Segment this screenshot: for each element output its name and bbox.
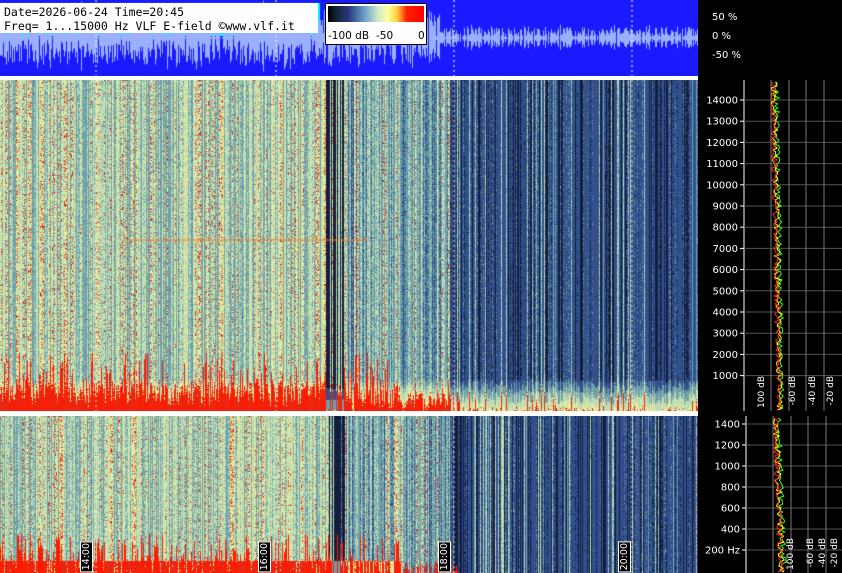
info-box: Date=2026-06-24 Time=20:45 Freq= 1...150… <box>0 3 318 33</box>
colorbar-label-mid: -50 <box>376 30 394 42</box>
waveform-panel: Date=2026-06-24 Time=20:45 Freq= 1...150… <box>0 0 698 76</box>
freq-tick-label: 8000 <box>713 223 738 234</box>
freq-tick-label: 1000 <box>713 371 738 382</box>
amplitude-label-50: 50 % <box>712 12 738 23</box>
freq-tick-label: 4000 <box>713 308 738 319</box>
db-label-bot-100: 100 dB <box>786 538 796 570</box>
amplitude-label-0: 0 % <box>712 31 732 42</box>
freq-tick-label: 6000 <box>713 265 738 276</box>
db-label-bot-20: -20 dB <box>830 538 840 568</box>
freq-tick-label: 10000 <box>706 180 738 191</box>
freq-tick-label: 14000 <box>706 96 738 107</box>
color-gradient <box>328 6 424 22</box>
time-label-2000: 20:00 <box>618 541 631 573</box>
spectrogram-high <box>0 80 698 411</box>
freq-tick-label: 9000 <box>713 202 738 213</box>
date-time-text: Date=2026-06-24 Time=20:45 <box>4 5 185 19</box>
colorbar-label-min: -100 dB <box>328 30 370 42</box>
db-label-top-100: 100 dB <box>757 376 767 408</box>
freq-tick-label: 1200 <box>715 441 740 452</box>
freq-tick-label: 800 <box>721 483 740 494</box>
db-label-bot-60: -60 dB <box>806 538 816 568</box>
db-label-top-20: -20 dB <box>826 376 836 406</box>
db-label-top-40: -40 dB <box>808 376 818 406</box>
time-label-1800: 18:00 <box>438 541 451 573</box>
freq-tick-label: 2000 <box>713 350 738 361</box>
spectrogram-low-canvas <box>0 416 698 573</box>
amplitude-label-neg50: -50 % <box>712 50 742 61</box>
side-spectrum-high: 14000 13000 12000 11000 10000 9000 8000 7000 600… <box>698 80 842 411</box>
frequency-text: Freq= 1...15000 Hz VLF E-field ©www.vlf.… <box>4 19 295 33</box>
db-label-top-60: -60 dB <box>788 376 798 406</box>
time-label-1400: 14:00 <box>80 541 93 573</box>
freq-tick-label: 5000 <box>713 286 738 297</box>
freq-tick-label: 200 Hz <box>705 546 740 557</box>
time-label-1600: 16:00 <box>258 541 271 573</box>
db-label-bot-40: -40 dB <box>818 538 828 568</box>
colorbar-label-max: 0 <box>418 30 425 42</box>
freq-tick-label: 1400 <box>715 420 740 431</box>
color-scale: -100 dB -50 0 <box>325 3 427 45</box>
freq-tick-label: 400 <box>721 525 740 536</box>
spectrogram-high-canvas <box>0 80 698 411</box>
freq-tick-label: 600 <box>721 504 740 515</box>
spectrogram-low <box>0 416 698 573</box>
spectrum-trace <box>772 417 785 573</box>
freq-tick-label: 13000 <box>706 117 738 128</box>
freq-tick-label: 1000 <box>715 462 740 473</box>
freq-tick-label: 7000 <box>713 244 738 255</box>
freq-tick-label: 12000 <box>706 138 738 149</box>
freq-tick-label: 11000 <box>706 159 738 170</box>
freq-tick-label: 3000 <box>713 329 738 340</box>
